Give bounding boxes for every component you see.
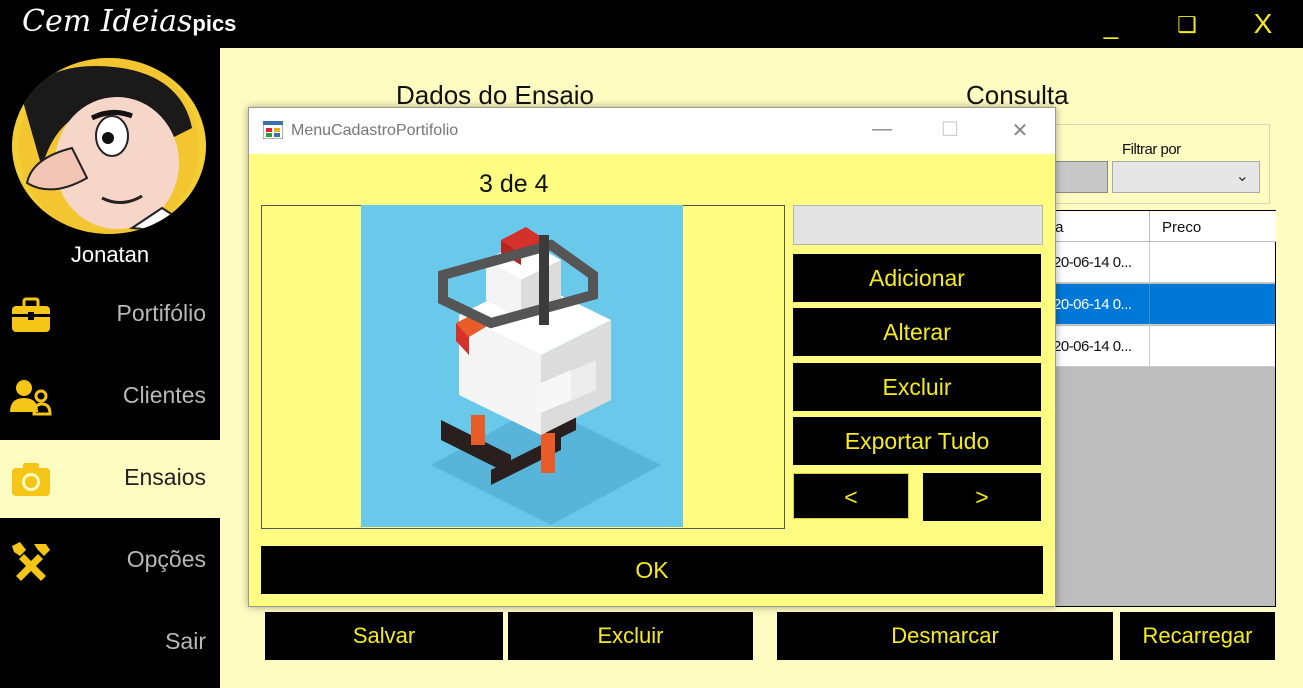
- minimize-button[interactable]: _: [1096, 10, 1126, 41]
- briefcase-icon: [12, 297, 50, 332]
- filter-label: Filtrar por: [1120, 141, 1183, 158]
- desmarcar-button[interactable]: Desmarcar: [777, 612, 1113, 660]
- filter-select[interactable]: ⌄: [1112, 161, 1260, 193]
- close-button[interactable]: X: [1246, 8, 1280, 40]
- dialog-title: MenuCadastroPortifolio: [291, 122, 459, 139]
- avatar-cartoon-icon: [19, 58, 203, 234]
- table-row[interactable]: 20-06-14 0...: [1047, 242, 1275, 283]
- username: Jonatan: [70, 242, 150, 267]
- dialog-maximize-button[interactable]: ☐: [935, 117, 965, 142]
- logo-suffix: pics: [192, 11, 237, 36]
- nav-item-opcoes[interactable]: Opções: [0, 522, 220, 600]
- cell-data: 20-06-14 0...: [1053, 254, 1132, 271]
- dialog-close-button[interactable]: ✕: [1005, 118, 1035, 143]
- recarregar-button[interactable]: Recarregar: [1120, 612, 1275, 660]
- avatar: [12, 58, 206, 234]
- tools-icon: [12, 542, 50, 581]
- image-name-input[interactable]: [793, 205, 1043, 245]
- alterar-button[interactable]: Alterar: [793, 308, 1041, 356]
- chicken-image-icon: [361, 205, 683, 527]
- next-button[interactable]: >: [923, 473, 1041, 521]
- nav-label-sair: Sair: [165, 628, 206, 654]
- cell-separator: [1149, 284, 1150, 324]
- nav-item-sair[interactable]: Sair: [0, 604, 220, 682]
- previous-button[interactable]: <: [793, 473, 909, 519]
- logo-text: Cem Ideias: [22, 4, 193, 39]
- cell-separator: [1149, 326, 1150, 366]
- table-row-selected[interactable]: 20-06-14 0...: [1047, 284, 1275, 325]
- results-grid[interactable]: ta Preco 20-06-14 0... 20-06-14 0... 20-…: [1046, 210, 1276, 607]
- search-input[interactable]: [1050, 161, 1108, 193]
- exportar-tudo-button[interactable]: Exportar Tudo: [793, 417, 1041, 465]
- portfolio-dialog: MenuCadastroPortifolio — ☐ ✕ 3 de 4 Adic…: [248, 107, 1056, 607]
- nav-label-ensaios: Ensaios: [124, 464, 206, 490]
- grid-header-preco[interactable]: Preco: [1149, 211, 1276, 242]
- maximize-button[interactable]: ❑: [1172, 12, 1202, 38]
- adicionar-button[interactable]: Adicionar: [793, 254, 1041, 302]
- nav-item-clientes[interactable]: Clientes: [0, 358, 220, 436]
- users-icon: [10, 380, 52, 416]
- camera-icon: [12, 463, 50, 496]
- portfolio-image: [361, 205, 683, 527]
- cell-data: 20-06-14 0...: [1053, 296, 1132, 313]
- chevron-down-icon: ⌄: [1235, 168, 1249, 185]
- table-row[interactable]: 20-06-14 0...: [1047, 326, 1275, 367]
- cell-data: 20-06-14 0...: [1053, 338, 1132, 355]
- grid-header-data[interactable]: ta: [1047, 211, 1149, 242]
- nav-label-portifolio: Portifólio: [116, 300, 206, 326]
- excluir-imagem-button[interactable]: Excluir: [793, 363, 1041, 411]
- nav-label-clientes: Clientes: [122, 382, 206, 408]
- form-icon: [263, 121, 283, 139]
- salvar-button[interactable]: Salvar: [265, 612, 503, 660]
- dialog-minimize-button[interactable]: —: [867, 118, 897, 141]
- nav-item-portifolio[interactable]: Portifólio: [0, 276, 220, 354]
- ok-button[interactable]: OK: [261, 546, 1043, 594]
- app-logo: Cem Ideiaspics: [22, 4, 236, 39]
- nav-item-ensaios[interactable]: Ensaios: [0, 440, 220, 518]
- nav-label-opcoes: Opções: [126, 546, 206, 572]
- image-counter: 3 de 4: [479, 170, 549, 198]
- cell-separator: [1149, 242, 1150, 282]
- excluir-button[interactable]: Excluir: [508, 612, 753, 660]
